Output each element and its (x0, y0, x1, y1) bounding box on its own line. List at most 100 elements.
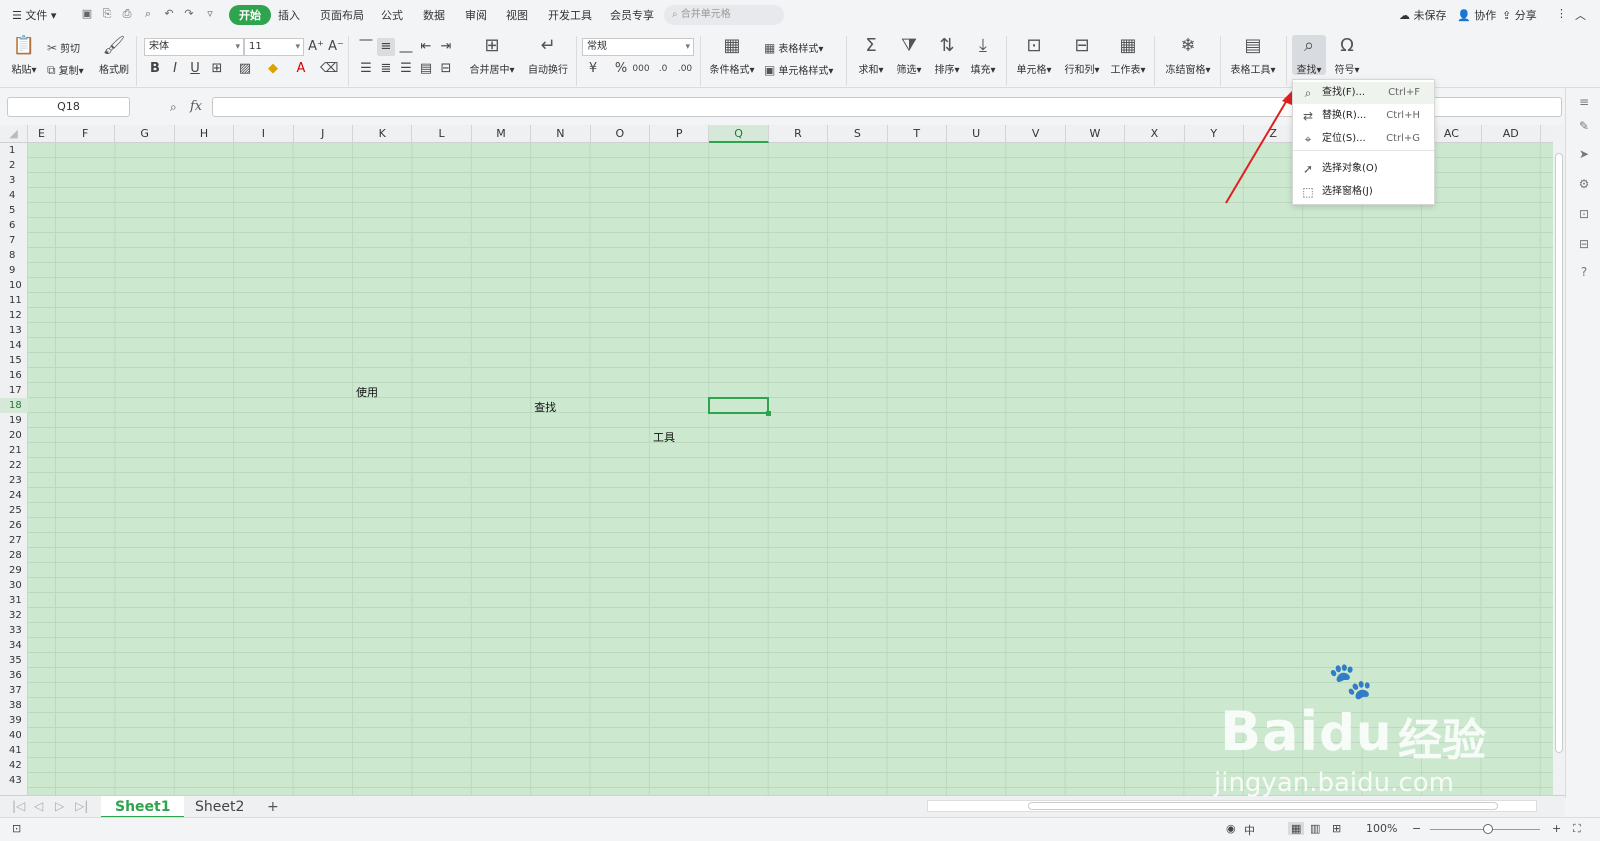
zoom-in-icon[interactable]: + (1552, 822, 1561, 835)
cell-K17[interactable]: 使用 (356, 384, 378, 400)
align-right-icon[interactable]: ☰ (397, 60, 415, 78)
customize-icon[interactable]: ▿ (203, 7, 217, 21)
sort-button[interactable]: ⇅ 排序▾ (932, 36, 962, 77)
row-header-1[interactable]: 1 (0, 143, 28, 158)
sum-button[interactable]: Σ 求和▾ (856, 36, 886, 77)
row-header-29[interactable]: 29 (0, 563, 28, 578)
tab-insert[interactable]: 插入 (278, 7, 300, 23)
column-header-E[interactable]: E (28, 125, 56, 143)
row-header-25[interactable]: 25 (0, 503, 28, 518)
column-header-J[interactable]: J (294, 125, 353, 143)
select-all-corner[interactable]: ◢ (0, 125, 28, 143)
zoom-slider-handle[interactable] (1483, 824, 1493, 834)
row-header-7[interactable]: 7 (0, 233, 28, 248)
add-sheet-button[interactable]: + (253, 796, 293, 818)
row-header-15[interactable]: 15 (0, 353, 28, 368)
row-header-43[interactable]: 43 (0, 773, 28, 788)
name-box[interactable]: Q18 (7, 97, 130, 117)
collapse-ribbon-icon[interactable]: ︿ (1575, 7, 1586, 23)
fx-icon[interactable]: fx (190, 99, 202, 114)
freeze-panes-button[interactable]: ❄ 冻结窗格▾ (1164, 36, 1212, 77)
column-header-L[interactable]: L (412, 125, 472, 143)
row-header-28[interactable]: 28 (0, 548, 28, 563)
export-icon[interactable]: ⎘ (100, 7, 114, 21)
side-select-icon[interactable]: ➤ (1576, 146, 1592, 162)
row-header-35[interactable]: 35 (0, 653, 28, 668)
column-header-W[interactable]: W (1066, 125, 1126, 143)
fullscreen-icon[interactable]: ⛶ (1573, 822, 1581, 836)
row-header-19[interactable]: 19 (0, 413, 28, 428)
tab-member[interactable]: 会员专享 (610, 7, 654, 23)
column-header-K[interactable]: K (353, 125, 413, 143)
row-header-13[interactable]: 13 (0, 323, 28, 338)
side-format-icon[interactable]: ⊡ (1576, 206, 1592, 222)
last-sheet-icon[interactable]: ▷| (75, 799, 88, 813)
row-header-2[interactable]: 2 (0, 158, 28, 173)
column-header-R[interactable]: R (769, 125, 829, 143)
row-header-24[interactable]: 24 (0, 488, 28, 503)
zoom-formula-icon[interactable]: ⌕ (170, 100, 177, 115)
share-button[interactable]: ⇪ 分享 (1502, 7, 1537, 23)
column-header-F[interactable]: F (56, 125, 116, 143)
more-icon[interactable]: ⋮ (1556, 7, 1567, 20)
cell-N18[interactable]: 查找 (534, 399, 556, 415)
sheet-tab-1[interactable]: Sheet1 (101, 796, 185, 818)
row-header-37[interactable]: 37 (0, 683, 28, 698)
column-header-P[interactable]: P (650, 125, 710, 143)
column-header-V[interactable]: V (1006, 125, 1066, 143)
row-col-button[interactable]: ⊟ 行和列▾ (1062, 36, 1102, 77)
table-style-button[interactable]: ▦ 表格样式▾ (764, 40, 823, 55)
format-painter-button[interactable]: 🖌 格式刷 (99, 36, 129, 77)
number-format-select[interactable]: 常规 (582, 38, 694, 56)
column-header-T[interactable]: T (888, 125, 947, 143)
row-header-27[interactable]: 27 (0, 533, 28, 548)
copy-button[interactable]: ⧉ 复制▾ (47, 62, 84, 78)
vertical-scroll-thumb[interactable] (1555, 153, 1563, 753)
zoom-level[interactable]: 100% (1366, 822, 1397, 835)
align-bottom-icon[interactable]: ⎽ (397, 38, 415, 56)
side-backup-icon[interactable]: ⊟ (1576, 236, 1592, 252)
bold-icon[interactable]: B (146, 60, 164, 78)
align-top-icon[interactable]: ⎺ (357, 38, 375, 56)
paste-button[interactable]: 📋 粘贴▾ (10, 36, 38, 77)
column-header-U[interactable]: U (947, 125, 1007, 143)
column-header-I[interactable]: I (234, 125, 294, 143)
unsaved-button[interactable]: ☁ 未保存 (1399, 7, 1447, 23)
cell-style-button[interactable]: ▣ 单元格样式▾ (764, 62, 833, 77)
table-tools-button[interactable]: ▤ 表格工具▾ (1228, 36, 1278, 77)
column-header-AD[interactable]: AD (1482, 125, 1541, 143)
cell-P20[interactable]: 工具 (653, 429, 675, 445)
cell-color-icon[interactable]: ▨ (236, 60, 254, 78)
currency-icon[interactable]: ¥ (584, 60, 602, 78)
eye-protection-icon[interactable]: ◉ (1226, 822, 1236, 835)
font-name-select[interactable]: 宋体 (144, 38, 244, 56)
cut-button[interactable]: ✂ 剪切 (47, 40, 80, 55)
wrap-text-button[interactable]: ↵ 自动换行 (526, 36, 570, 77)
thousands-icon[interactable]: 000 (632, 60, 650, 78)
tab-formulas[interactable]: 公式 (381, 7, 403, 23)
row-header-32[interactable]: 32 (0, 608, 28, 623)
align-center-icon[interactable]: ≣ (377, 60, 395, 78)
tab-page-layout[interactable]: 页面布局 (320, 7, 364, 23)
side-style-icon[interactable]: ✎ (1576, 118, 1592, 134)
row-header-38[interactable]: 38 (0, 698, 28, 713)
row-header-21[interactable]: 21 (0, 443, 28, 458)
first-sheet-icon[interactable]: |◁ (12, 799, 25, 813)
worksheet-button[interactable]: ▦ 工作表▾ (1108, 36, 1148, 77)
print-icon[interactable]: ⎙ (120, 7, 134, 21)
side-settings-icon[interactable]: ⚙ (1576, 176, 1592, 192)
row-header-26[interactable]: 26 (0, 518, 28, 533)
underline-icon[interactable]: U (186, 60, 204, 78)
menu-item-replace[interactable]: ⇄ 替换(R)... Ctrl+H (1293, 105, 1434, 127)
ime-indicator[interactable]: 中 (1244, 822, 1255, 838)
column-header-S[interactable]: S (828, 125, 888, 143)
row-header-22[interactable]: 22 (0, 458, 28, 473)
row-header-30[interactable]: 30 (0, 578, 28, 593)
column-header-M[interactable]: M (472, 125, 532, 143)
tab-data[interactable]: 数据 (423, 7, 445, 23)
zoom-out-icon[interactable]: − (1412, 822, 1421, 835)
clear-format-icon[interactable]: ⌫ (320, 60, 338, 78)
row-header-5[interactable]: 5 (0, 203, 28, 218)
row-header-36[interactable]: 36 (0, 668, 28, 683)
row-header-39[interactable]: 39 (0, 713, 28, 728)
